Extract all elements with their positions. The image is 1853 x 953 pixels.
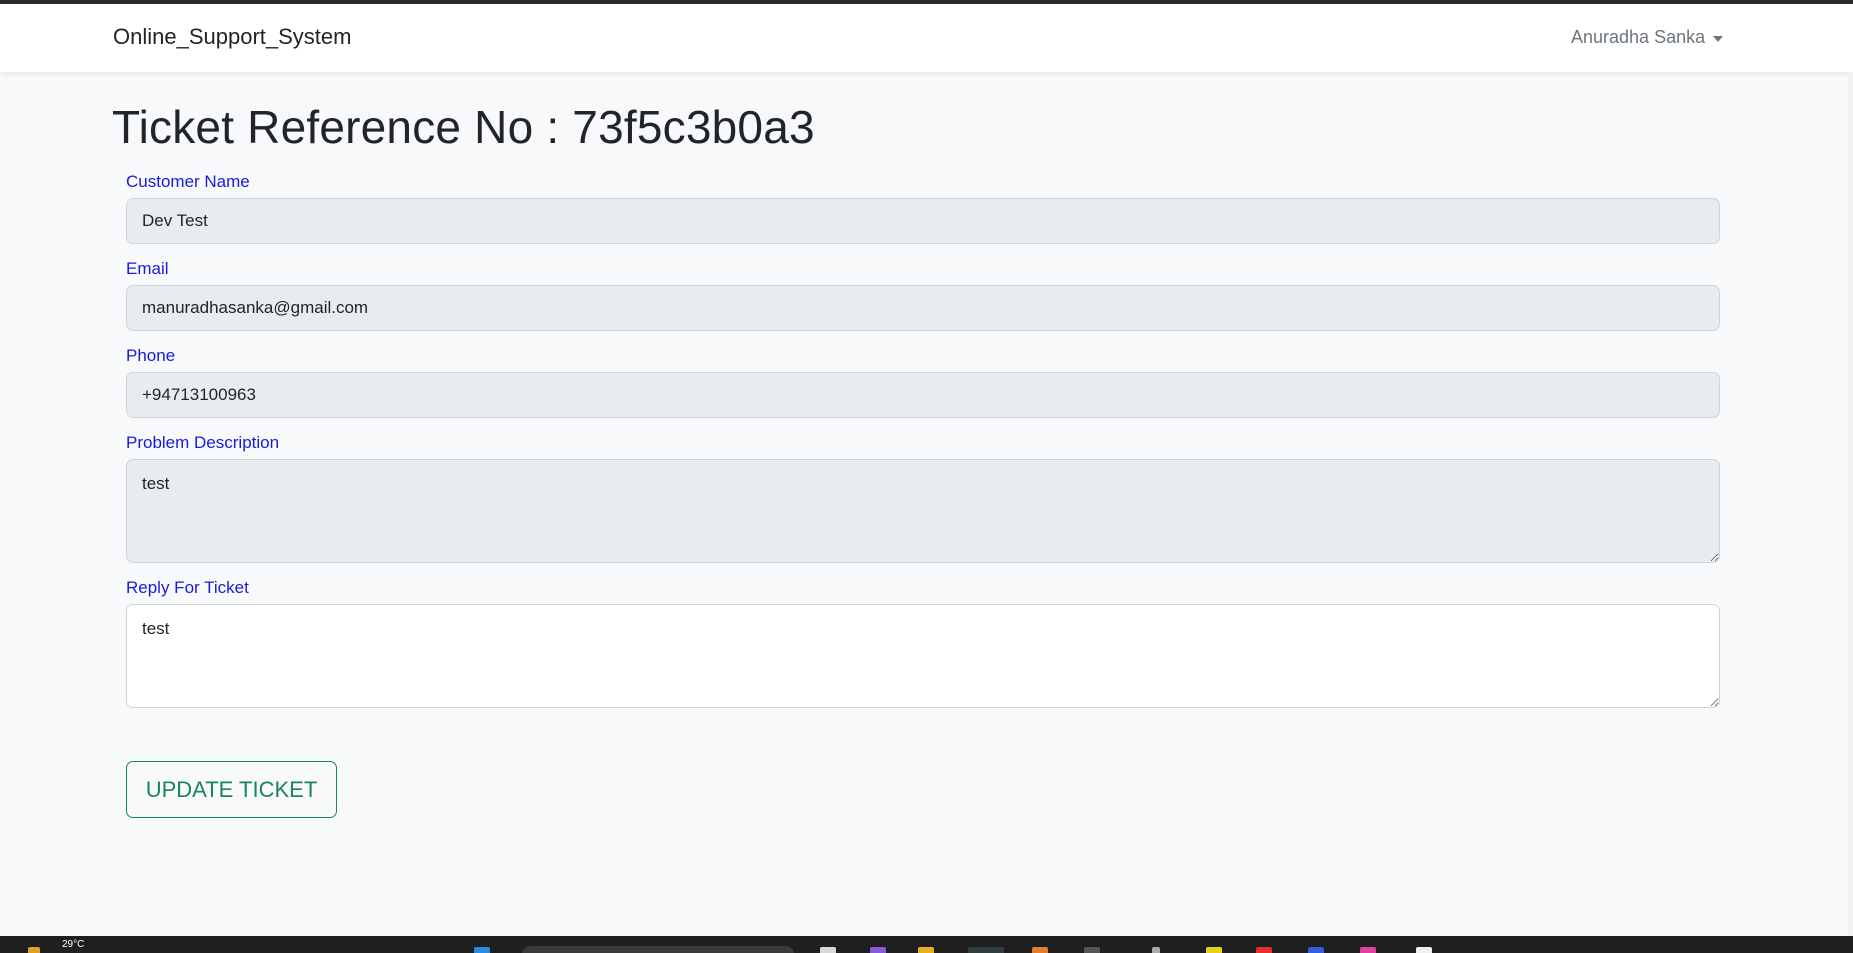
taskbar: 29°C xyxy=(0,936,1853,953)
app-icon[interactable] xyxy=(1360,947,1376,953)
task-view-icon[interactable] xyxy=(820,947,836,953)
user-menu-dropdown[interactable]: Anuradha Sanka xyxy=(1571,27,1724,48)
app-icon[interactable] xyxy=(1084,947,1100,953)
email-label: Email xyxy=(126,259,169,278)
app-icon[interactable] xyxy=(1206,947,1222,953)
update-ticket-button[interactable]: UPDATE TICKET xyxy=(126,761,337,818)
app-icon[interactable] xyxy=(1308,947,1324,953)
app-icon[interactable] xyxy=(870,947,886,953)
reply-field[interactable]: test xyxy=(126,604,1720,708)
page-scrollbar[interactable] xyxy=(1848,72,1853,936)
app-icon[interactable] xyxy=(1152,947,1160,953)
weather-icon xyxy=(28,947,40,953)
phone-label: Phone xyxy=(126,346,176,365)
email-field[interactable] xyxy=(126,285,1720,331)
page-title: Ticket Reference No : 73f5c3b0a3 xyxy=(112,101,815,153)
taskbar-search[interactable] xyxy=(522,946,794,953)
problem-description-label: Problem Description xyxy=(126,433,280,452)
app-icon[interactable] xyxy=(1032,947,1048,953)
navbar-brand[interactable]: Online_Support_System xyxy=(113,24,351,50)
customer-name-field[interactable] xyxy=(126,198,1720,244)
phone-field[interactable] xyxy=(126,372,1720,418)
app-icon[interactable] xyxy=(1416,947,1432,953)
user-name: Anuradha Sanka xyxy=(1571,27,1706,47)
app-icon[interactable] xyxy=(1256,947,1272,953)
problem-description-field[interactable]: test xyxy=(126,459,1720,563)
start-icon[interactable] xyxy=(474,947,490,953)
weather-temperature: 29°C xyxy=(62,939,85,950)
customer-name-label: Customer Name xyxy=(126,172,250,191)
navbar: Online_Support_System Anuradha Sanka xyxy=(0,4,1853,72)
file-explorer-icon[interactable] xyxy=(918,947,934,953)
caret-down-icon xyxy=(1713,35,1724,42)
reply-label: Reply For Ticket xyxy=(126,578,249,597)
browser-icon[interactable] xyxy=(968,947,1004,953)
